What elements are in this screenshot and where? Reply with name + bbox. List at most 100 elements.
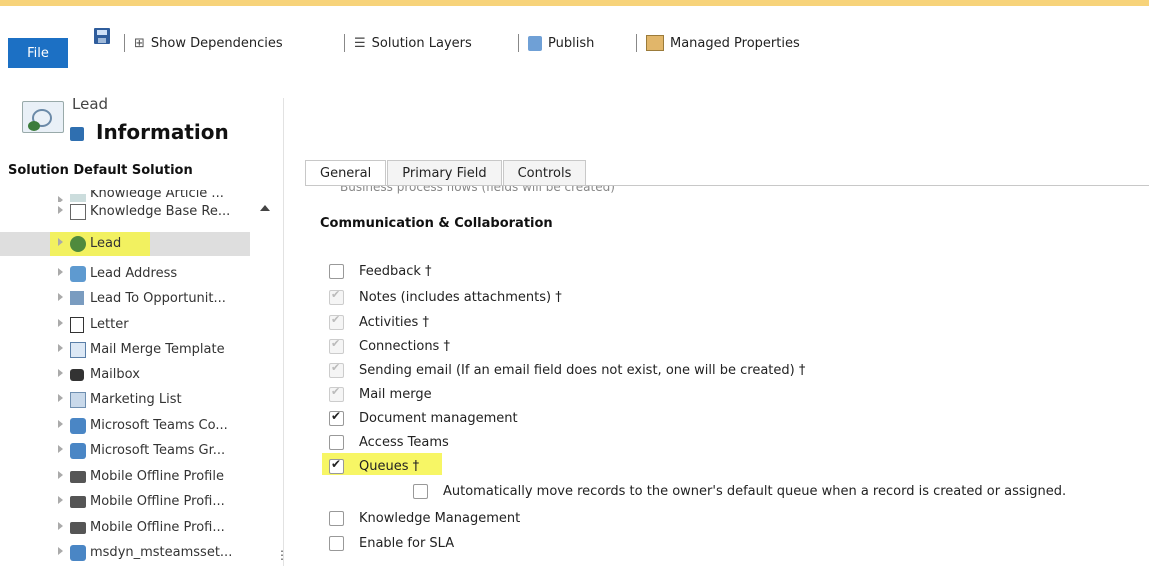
access-teams-option[interactable]: Access Teams (329, 432, 449, 452)
toolbar-divider (518, 34, 519, 52)
notes-option: Notes (includes attachments) † (329, 287, 562, 307)
connections-checkbox (329, 337, 344, 354)
scroll-up-arrow-icon[interactable] (260, 205, 270, 211)
sending-email-option: Sending email (If an email field does no… (329, 360, 805, 380)
publish-icon (528, 35, 542, 51)
tab-general[interactable]: General (305, 160, 387, 186)
solution-layers-button[interactable]: ☰ Solution Layers (354, 32, 472, 54)
publish-button[interactable]: Publish (528, 32, 594, 54)
mail-merge-icon (70, 342, 86, 358)
show-dependencies-label: Show Dependencies (150, 35, 283, 51)
managed-properties-button[interactable]: Managed Properties (646, 32, 800, 54)
expand-arrow-icon[interactable] (58, 394, 63, 402)
mobile-offline-icon (70, 496, 86, 508)
tab-bar: General Primary Field Controls (305, 160, 587, 186)
toolbar-divider (344, 34, 345, 52)
mailbox-icon (70, 369, 84, 381)
tree-item[interactable]: Mobile Offline Profile (0, 465, 282, 489)
queues-option[interactable]: Queues † (329, 456, 419, 476)
expand-arrow-icon[interactable] (58, 522, 63, 530)
feedback-option[interactable]: Feedback † (329, 261, 432, 281)
expand-arrow-icon[interactable] (58, 445, 63, 453)
document-management-checkbox[interactable] (329, 409, 344, 426)
teams-config-icon (70, 418, 86, 434)
expand-arrow-icon[interactable] (58, 268, 63, 276)
file-button[interactable]: File (8, 38, 68, 68)
expand-arrow-icon[interactable] (58, 496, 63, 504)
tree-item[interactable]: Mobile Offline Profi... (0, 516, 282, 540)
expand-arrow-icon[interactable] (58, 238, 63, 246)
mail-merge-checkbox (329, 385, 344, 402)
entity-name: Lead (72, 95, 109, 113)
information-icon (70, 127, 84, 141)
expand-arrow-icon[interactable] (58, 547, 63, 555)
enable-sla-checkbox[interactable] (329, 535, 344, 551)
expand-arrow-icon[interactable] (58, 206, 63, 214)
expand-arrow-icon[interactable] (58, 344, 63, 352)
process-icon (70, 291, 84, 305)
notes-checkbox (329, 288, 344, 305)
letter-icon (70, 317, 84, 333)
publish-label: Publish (548, 35, 595, 51)
tree-item[interactable]: Microsoft Teams Co... (0, 414, 282, 438)
expand-arrow-icon[interactable] (58, 420, 63, 428)
marketing-list-icon (70, 392, 86, 408)
auto-move-queue-option[interactable]: Automatically move records to the owner'… (413, 481, 1066, 501)
tree-item[interactable]: Microsoft Teams Gr... (0, 439, 282, 463)
managed-properties-icon (646, 35, 664, 51)
expand-arrow-icon[interactable] (58, 471, 63, 479)
toolbar-divider (124, 34, 125, 52)
tree-item-lead[interactable]: Lead (0, 232, 250, 256)
queues-checkbox[interactable] (329, 457, 344, 474)
auto-move-queue-checkbox[interactable] (413, 483, 428, 499)
connections-option: Connections † (329, 336, 450, 356)
mail-merge-option: Mail merge (329, 384, 432, 404)
access-teams-checkbox[interactable] (329, 434, 344, 450)
tree-item[interactable]: Knowledge Base Re... (0, 200, 282, 224)
panel-divider (283, 98, 284, 566)
solution-tree: Knowledge Article ... Knowledge Base Re.… (0, 185, 282, 566)
knowledge-base-icon (70, 204, 86, 220)
activities-option: Activities † (329, 312, 429, 332)
managed-properties-label: Managed Properties (670, 35, 800, 51)
show-dependencies-button[interactable]: ⊞ Show Dependencies (134, 32, 283, 54)
clipped-option-text: Business process flows (fields will be c… (340, 186, 615, 194)
tree-item[interactable]: Mailbox (0, 363, 282, 387)
save-icon[interactable] (94, 28, 110, 44)
expand-arrow-icon[interactable] (58, 293, 63, 301)
teams-settings-icon (70, 545, 86, 561)
document-management-option[interactable]: Document management (329, 408, 518, 428)
lead-icon (70, 236, 86, 252)
tree-item[interactable]: Letter (0, 313, 282, 337)
tree-item[interactable]: msdyn_msteamsset... (0, 541, 282, 565)
solution-label: Solution Default Solution (8, 163, 193, 178)
tree-item[interactable]: Marketing List (0, 388, 282, 412)
activities-checkbox (329, 313, 344, 330)
entity-status-icon (28, 121, 40, 131)
mobile-offline-icon (70, 471, 86, 483)
tree-item[interactable]: Lead To Opportunit... (0, 287, 282, 311)
section-title: Communication & Collaboration (320, 216, 553, 231)
tab-primary-field[interactable]: Primary Field (387, 160, 502, 185)
expand-arrow-icon[interactable] (58, 319, 63, 327)
toolbar-divider (636, 34, 637, 52)
mobile-offline-icon (70, 522, 86, 534)
teams-group-icon (70, 443, 86, 459)
expand-arrow-icon[interactable] (58, 369, 63, 377)
ribbon-toolbar: File ⊞ Show Dependencies ☰ Solution Laye… (0, 6, 1149, 84)
lead-address-icon (70, 266, 86, 282)
knowledge-management-checkbox[interactable] (329, 510, 344, 526)
solution-layers-label: Solution Layers (371, 35, 472, 51)
knowledge-management-option[interactable]: Knowledge Management (329, 508, 520, 528)
page-title: Information (96, 120, 229, 144)
tree-item[interactable]: Lead Address (0, 262, 282, 286)
enable-sla-option[interactable]: Enable for SLA (329, 533, 454, 553)
sending-email-checkbox (329, 361, 344, 378)
splitter-handle[interactable]: ⋮ (276, 548, 288, 562)
layers-icon: ☰ (354, 35, 366, 51)
tab-controls[interactable]: Controls (502, 160, 587, 185)
tree-item[interactable]: Mail Merge Template (0, 338, 282, 362)
tree-item[interactable]: Mobile Offline Profi... (0, 490, 282, 514)
dependencies-icon: ⊞ (134, 35, 145, 51)
feedback-checkbox[interactable] (329, 263, 344, 279)
